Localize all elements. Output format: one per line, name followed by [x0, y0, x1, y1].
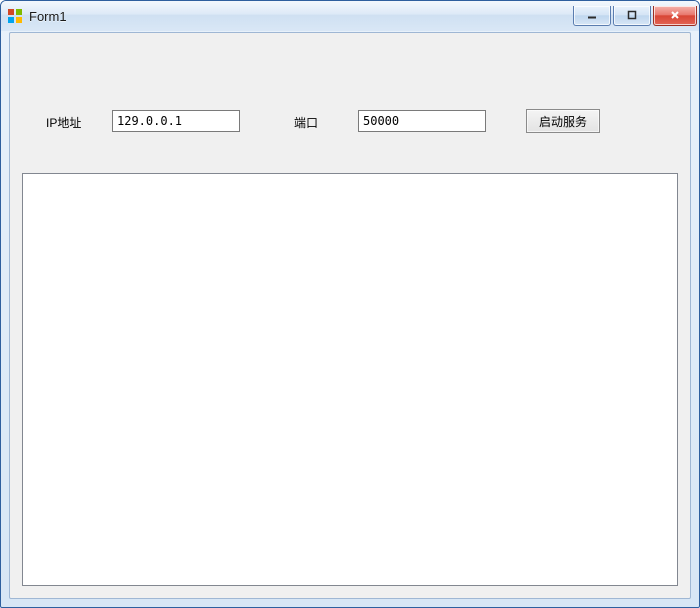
start-service-button[interactable]: 启动服务	[526, 109, 600, 133]
port-label: 端口	[294, 114, 318, 131]
close-button[interactable]	[653, 6, 697, 26]
window-frame: Form1 IP地址 端口 启动服务	[0, 0, 700, 608]
window-controls	[573, 6, 697, 26]
app-icon	[7, 8, 23, 24]
minimize-button[interactable]	[573, 6, 611, 26]
client-area: IP地址 端口 启动服务	[9, 32, 691, 599]
titlebar[interactable]: Form1	[1, 1, 699, 31]
port-input[interactable]	[358, 110, 486, 132]
log-textarea[interactable]	[22, 173, 678, 586]
ip-address-label: IP地址	[46, 114, 81, 131]
window-title: Form1	[29, 9, 573, 24]
maximize-button[interactable]	[613, 6, 651, 26]
ip-address-input[interactable]	[112, 110, 240, 132]
